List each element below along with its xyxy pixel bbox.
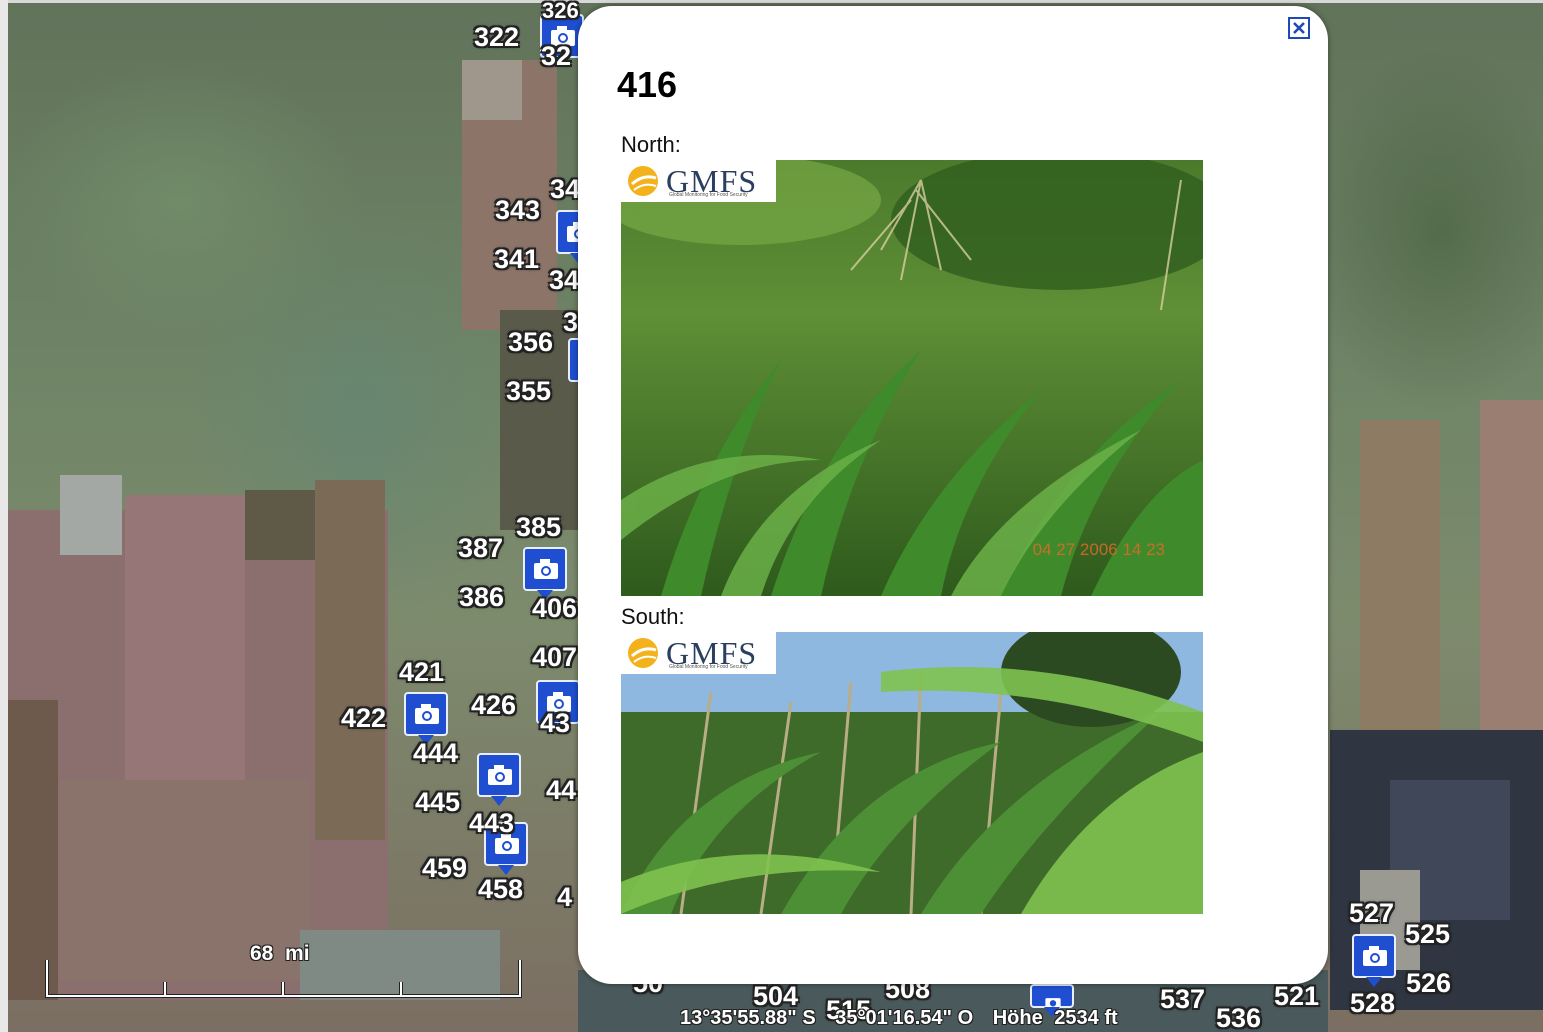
placemark-label[interactable]: 32 bbox=[541, 43, 571, 70]
placemark-label[interactable]: 528 bbox=[1350, 990, 1395, 1017]
south-photo-caption: South: bbox=[621, 604, 685, 629]
imagery-patch bbox=[245, 490, 315, 560]
placemark-label[interactable]: 385 bbox=[516, 514, 561, 541]
imagery-patch bbox=[1480, 400, 1543, 760]
placemark-label[interactable]: 44 bbox=[546, 777, 576, 804]
imagery-patch bbox=[1360, 420, 1440, 750]
placemark-label[interactable]: 343 bbox=[495, 197, 540, 224]
imagery-patch bbox=[125, 495, 245, 815]
coordinate-status-bar: 13°35'55.88" S 35°01'16.54" O Höhe 2534 … bbox=[680, 1007, 1132, 1030]
placemark-label[interactable]: 4 bbox=[557, 884, 572, 911]
imagery-patch bbox=[60, 475, 122, 555]
scale-label: 68 mi bbox=[250, 942, 310, 965]
imagery-patch bbox=[462, 60, 522, 120]
close-button[interactable] bbox=[1288, 17, 1310, 39]
imagery-patch bbox=[315, 480, 385, 840]
placemark-label[interactable]: 356 bbox=[508, 329, 553, 356]
placemark-label[interactable]: 459 bbox=[422, 855, 467, 882]
camera-placemark-icon[interactable] bbox=[477, 753, 521, 806]
placemark-label[interactable]: 3 bbox=[563, 309, 578, 336]
gmfs-logo-icon bbox=[628, 638, 658, 668]
elevation-label: Höhe bbox=[992, 1007, 1043, 1029]
camera-placemark-icon[interactable] bbox=[404, 692, 448, 745]
placemark-label[interactable]: 355 bbox=[506, 378, 551, 405]
south-photo-image bbox=[621, 632, 1203, 914]
north-photo-image bbox=[621, 160, 1203, 596]
gmfs-logo-icon bbox=[628, 166, 658, 196]
gmfs-logo: GMFS Global Monitoring for Food Security bbox=[621, 160, 776, 202]
map-top-border bbox=[0, 0, 1543, 3]
gmfs-logo-subtitle: Global Monitoring for Food Security bbox=[669, 664, 748, 670]
placemark-info-balloon: 416 North: GMFS Global Monitoring for Fo… bbox=[578, 6, 1328, 984]
placemark-label[interactable]: 444 bbox=[413, 740, 458, 767]
north-field-photo[interactable]: GMFS Global Monitoring for Food Security… bbox=[621, 160, 1203, 596]
placemark-label[interactable]: 43 bbox=[540, 710, 570, 737]
photo-timestamp: 04 27 2006 14 23 bbox=[1032, 540, 1165, 559]
placemark-label[interactable]: 504 bbox=[753, 983, 798, 1010]
placemark-label[interactable]: 525 bbox=[1405, 921, 1450, 948]
placemark-label[interactable]: 34 bbox=[550, 176, 580, 203]
longitude-readout: 35°01'16.54" O bbox=[835, 1007, 974, 1029]
placemark-label[interactable]: 526 bbox=[1406, 970, 1451, 997]
gmfs-logo: GMFS Global Monitoring for Food Security bbox=[621, 632, 776, 674]
elevation-readout: 2534 ft bbox=[1054, 1007, 1118, 1029]
placemark-label[interactable]: 326 bbox=[542, 0, 579, 22]
gmfs-logo-subtitle: Global Monitoring for Food Security bbox=[669, 192, 748, 198]
map-left-border bbox=[0, 0, 8, 1032]
placemark-label[interactable]: 34 bbox=[549, 267, 579, 294]
placemark-label[interactable]: 458 bbox=[478, 876, 523, 903]
camera-placemark-icon[interactable] bbox=[1030, 984, 1074, 1017]
placemark-label[interactable]: 537 bbox=[1160, 986, 1205, 1013]
placemark-label[interactable]: 421 bbox=[399, 659, 444, 686]
placemark-label[interactable]: 387 bbox=[458, 535, 503, 562]
south-field-photo[interactable]: GMFS Global Monitoring for Food Security bbox=[621, 632, 1203, 914]
placemark-label[interactable]: 386 bbox=[459, 584, 504, 611]
close-icon bbox=[1293, 22, 1305, 34]
latitude-readout: 13°35'55.88" S bbox=[680, 1007, 816, 1029]
placemark-label[interactable]: 406 bbox=[532, 595, 577, 622]
placemark-label[interactable]: 322 bbox=[474, 24, 519, 51]
placemark-label[interactable]: 341 bbox=[494, 246, 539, 273]
placemark-label[interactable]: 443 bbox=[469, 810, 514, 837]
camera-placemark-icon[interactable] bbox=[523, 547, 567, 600]
placemark-label[interactable]: 445 bbox=[415, 789, 460, 816]
placemark-label[interactable]: 407 bbox=[532, 644, 577, 671]
placemark-label[interactable]: 536 bbox=[1216, 1005, 1261, 1032]
placemark-label[interactable]: 527 bbox=[1349, 900, 1394, 927]
camera-placemark-icon[interactable] bbox=[1352, 934, 1396, 987]
north-photo-caption: North: bbox=[621, 132, 681, 157]
placemark-label[interactable]: 422 bbox=[341, 705, 386, 732]
scale-bar: 68 mi bbox=[44, 940, 524, 1000]
placemark-label[interactable]: 521 bbox=[1274, 983, 1319, 1010]
placemark-label[interactable]: 426 bbox=[471, 692, 516, 719]
balloon-title: 416 bbox=[617, 64, 678, 105]
